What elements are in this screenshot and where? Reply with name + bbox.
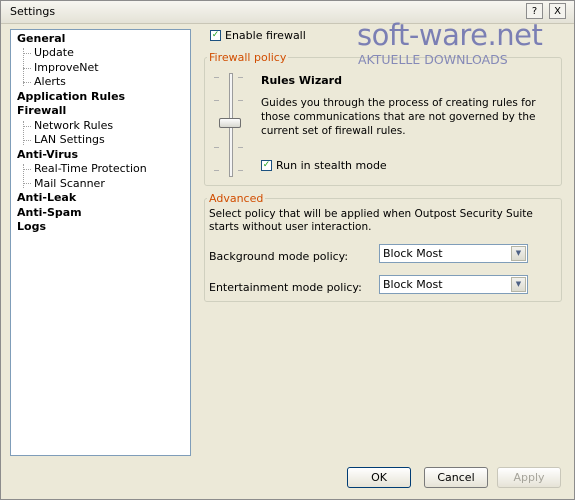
- tree-item-alerts[interactable]: Alerts: [34, 75, 66, 88]
- apply-button[interactable]: Apply: [497, 467, 561, 488]
- stealth-mode-label: Run in stealth mode: [276, 159, 387, 172]
- tree-item-application-rules[interactable]: Application Rules: [17, 90, 125, 103]
- watermark-tagline: AKTUELLE DOWNLOADS: [358, 52, 508, 67]
- ok-button[interactable]: OK: [347, 467, 411, 488]
- cancel-button[interactable]: Cancel: [424, 467, 488, 488]
- tree-item-update[interactable]: Update: [34, 46, 74, 59]
- background-mode-label: Background mode policy:: [209, 250, 349, 263]
- tree-connector: [23, 164, 24, 188]
- policy-slider-thumb[interactable]: [219, 118, 241, 128]
- policy-name: Rules Wizard: [261, 74, 342, 87]
- tree-connector: [23, 126, 31, 127]
- entertainment-mode-value: Block Most: [383, 278, 443, 291]
- policy-description: Guides you through the process of creati…: [261, 97, 536, 137]
- enable-firewall-checkbox[interactable]: ✓: [210, 30, 221, 41]
- slider-tick: [214, 170, 219, 171]
- slider-tick: [238, 100, 243, 101]
- tree-item-firewall[interactable]: Firewall: [17, 104, 66, 117]
- slider-tick: [214, 147, 219, 148]
- window-title: Settings: [10, 5, 56, 18]
- slider-tick: [214, 77, 219, 78]
- settings-tree[interactable]: General Update ImproveNet Alerts Applica…: [10, 29, 191, 456]
- advanced-description: Select policy that will be applied when …: [209, 208, 533, 233]
- background-mode-select[interactable]: Block Most ▼: [379, 244, 528, 263]
- tree-item-general[interactable]: General: [17, 32, 65, 45]
- tree-item-lan-settings[interactable]: LAN Settings: [34, 133, 105, 146]
- stealth-mode-checkbox[interactable]: ✓: [261, 160, 272, 171]
- tree-connector: [23, 121, 24, 145]
- tree-item-anti-leak[interactable]: Anti-Leak: [17, 191, 76, 204]
- slider-tick: [214, 100, 219, 101]
- tree-item-anti-virus[interactable]: Anti-Virus: [17, 148, 78, 161]
- tree-connector: [23, 140, 31, 141]
- advanced-title: Advanced: [207, 192, 266, 205]
- slider-tick: [238, 170, 243, 171]
- firewall-policy-title: Firewall policy: [207, 51, 289, 64]
- enable-firewall-label: Enable firewall: [225, 29, 306, 42]
- tree-item-network-rules[interactable]: Network Rules: [34, 119, 113, 132]
- slider-tick: [238, 77, 243, 78]
- chevron-down-icon[interactable]: ▼: [511, 277, 526, 292]
- chevron-down-icon[interactable]: ▼: [511, 246, 526, 261]
- tree-connector: [23, 169, 31, 170]
- close-button[interactable]: X: [549, 3, 566, 19]
- tree-connector: [23, 183, 31, 184]
- help-button[interactable]: ?: [526, 3, 543, 19]
- tree-connector: [23, 68, 31, 69]
- tree-connector: [23, 53, 31, 54]
- tree-item-real-time-protection[interactable]: Real-Time Protection: [34, 162, 147, 175]
- watermark-logo: soft-ware.net: [357, 18, 543, 52]
- background-mode-value: Block Most: [383, 247, 443, 260]
- slider-tick: [238, 147, 243, 148]
- entertainment-mode-label: Entertainment mode policy:: [209, 281, 362, 294]
- tree-connector: [23, 82, 31, 83]
- tree-item-improvenet[interactable]: ImproveNet: [34, 61, 99, 74]
- tree-item-anti-spam[interactable]: Anti-Spam: [17, 206, 82, 219]
- tree-item-logs[interactable]: Logs: [17, 220, 46, 233]
- tree-item-mail-scanner[interactable]: Mail Scanner: [34, 177, 105, 190]
- entertainment-mode-select[interactable]: Block Most ▼: [379, 275, 528, 294]
